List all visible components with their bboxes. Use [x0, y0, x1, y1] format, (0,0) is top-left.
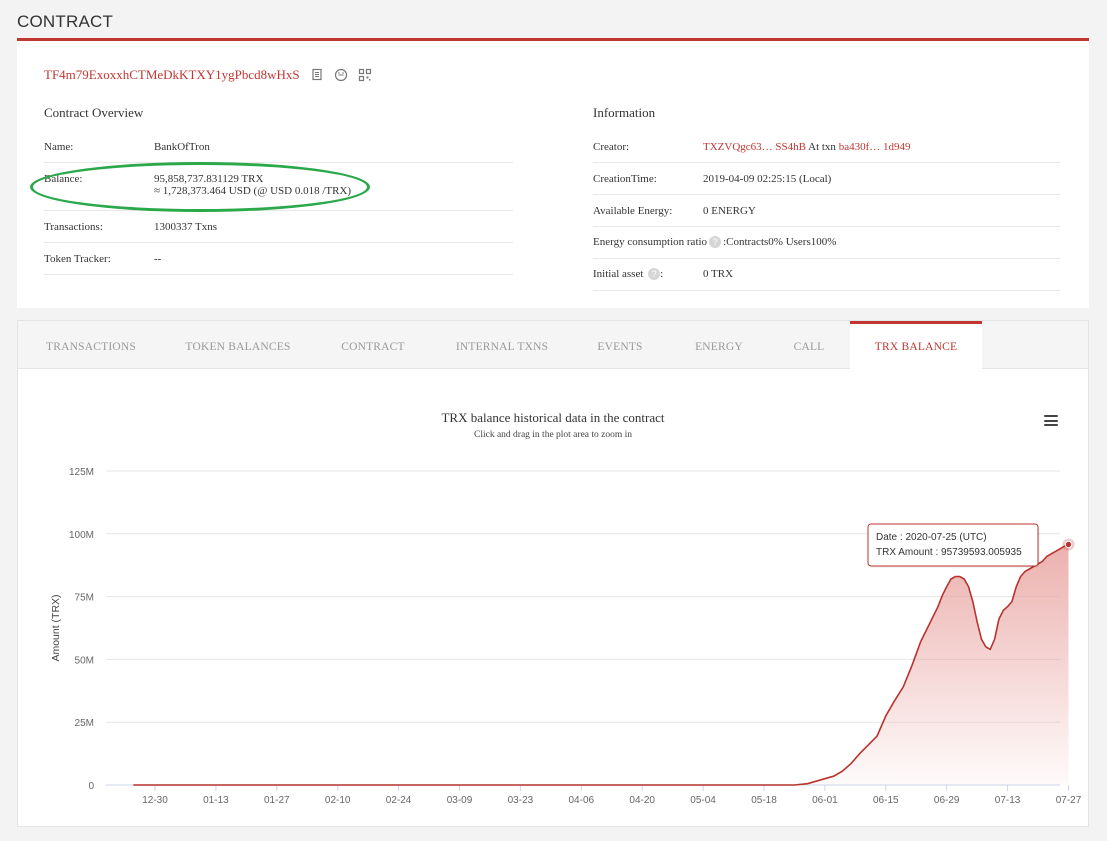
creation-time-value: 2019-04-09 02:25:15 (Local)	[703, 173, 832, 185]
x-tick-label: 03-09	[447, 795, 473, 806]
energy-ratio-value: :Contracts0% Users100%	[723, 236, 837, 248]
x-tick-label: 05-04	[690, 795, 716, 806]
x-tick-label: 07-13	[995, 795, 1021, 806]
transactions-value[interactable]: 1300337 Txns	[154, 221, 513, 242]
tooltip-box	[867, 523, 1039, 567]
contract-address-link[interactable]: TF4m79ExoxxhCTMeDkKTXY1ygPbcd8wHxS	[44, 67, 300, 83]
address-row: TF4m79ExoxxhCTMeDkKTXY1ygPbcd8wHxS	[44, 67, 372, 83]
available-energy-value: 0 ENERGY	[703, 205, 756, 217]
tab-token-balances[interactable]: TOKEN BALANCES	[164, 321, 312, 369]
name-value: BankOfTron	[154, 141, 210, 153]
balance-value: 95,858,737.831129 TRX ≈ 1,728,373.464 US…	[154, 173, 513, 210]
x-tick-label: 03-23	[508, 795, 534, 806]
y-tick-label: 100M	[69, 530, 94, 541]
y-tick-label: 25M	[75, 718, 94, 729]
x-tick-label: 04-06	[569, 795, 595, 806]
help-icon[interactable]: ?	[709, 236, 722, 248]
tab-transactions[interactable]: TRANSACTIONS	[18, 321, 164, 369]
x-tick-label: 04-20	[629, 795, 655, 806]
y-tick-label: 75M	[75, 593, 94, 604]
x-tick-label: 06-01	[812, 795, 838, 806]
page-title: CONTRACT	[17, 12, 114, 31]
creator-label: Creator:	[593, 141, 630, 153]
x-tick-label: 01-27	[264, 795, 290, 806]
balance-trx: 95,858,737.831129 TRX	[154, 173, 264, 185]
x-tick-label: 06-15	[873, 795, 899, 806]
creator-value: TXZVQgc63… SS4hB At txn ba430f… 1d949	[703, 141, 1060, 162]
tab-trx-balance[interactable]: TRX BALANCE	[850, 321, 982, 370]
tab-internal-txns[interactable]: INTERNAL TXNS	[434, 321, 570, 369]
initial-asset-label-cell: Initial asset ?:	[593, 268, 703, 290]
available-energy-row: Available Energy: 0 ENERGY	[593, 195, 1060, 227]
energy-ratio-label: Energy consumption ratio	[593, 236, 708, 248]
trx-balance-chart[interactable]: TRX balance historical data in the contr…	[18, 369, 1088, 827]
x-tick-label: 06-29	[934, 795, 960, 806]
x-tick-label: 01-13	[203, 795, 229, 806]
qr-code-icon[interactable]	[358, 68, 372, 82]
energy-ratio-row: Energy consumption ratio ? :Contracts0% …	[593, 227, 1060, 259]
help-icon[interactable]: ?	[648, 268, 661, 281]
initial-asset-row: Initial asset ?: 0 TRX	[593, 259, 1060, 291]
tab-energy[interactable]: ENERGY	[670, 321, 768, 369]
balance-row: Balance: 95,858,737.831129 TRX ≈ 1,728,3…	[44, 163, 513, 211]
series-area	[133, 544, 1069, 785]
y-tick-label: 125M	[69, 467, 94, 478]
y-axis-label: Amount (TRX)	[50, 594, 62, 661]
x-tick-label: 12-30	[142, 795, 168, 806]
information-table: Creator: TXZVQgc63… SS4hB At txn ba430f……	[593, 131, 1060, 291]
y-tick-label: 0	[88, 781, 94, 792]
creator-address-link[interactable]: TXZVQgc63… SS4hB	[703, 141, 806, 153]
chart-plot[interactable]: 0 25M 50M 75M 100M 125M Amount (TRX) 12-30 01-13…	[18, 369, 1088, 827]
tag-icon[interactable]	[334, 68, 348, 82]
name-label: Name:	[44, 141, 74, 153]
hover-point	[1064, 540, 1073, 549]
x-tick-label: 02-10	[325, 795, 351, 806]
tab-events[interactable]: EVENTS	[570, 321, 670, 369]
tab-bar: TRANSACTIONS TOKEN BALANCES CONTRACT INT…	[18, 321, 1088, 370]
copy-icon[interactable]	[310, 68, 324, 82]
tab-contract[interactable]: CONTRACT	[312, 321, 434, 369]
token-tracker-row: Token Tracker: --	[44, 243, 513, 275]
page-header: CONTRACT	[17, 0, 1089, 41]
x-tick-label: 07-27	[1056, 795, 1082, 806]
initial-asset-colon: :	[660, 268, 664, 280]
contract-overview-title: Contract Overview	[44, 105, 144, 120]
token-tracker-label: Token Tracker:	[44, 253, 111, 265]
x-tick-label: 02-24	[386, 795, 412, 806]
initial-asset-label: Initial asset	[593, 268, 644, 280]
initial-asset-value: 0 TRX	[703, 268, 734, 280]
creator-txn-link[interactable]: ba430f… 1d949	[839, 141, 911, 153]
transactions-label: Transactions:	[44, 221, 103, 233]
tooltip-date: Date : 2020-07-25 (UTC)	[876, 532, 987, 543]
contract-overview-table: Name: BankOfTron Balance: 95,858,737.831…	[44, 131, 513, 275]
y-tick-label: 50M	[75, 655, 94, 666]
creation-time-row: CreationTime: 2019-04-09 02:25:15 (Local…	[593, 163, 1060, 195]
creator-row: Creator: TXZVQgc63… SS4hB At txn ba430f……	[593, 131, 1060, 163]
creation-time-label: CreationTime:	[593, 173, 657, 185]
contract-info-card: TF4m79ExoxxhCTMeDkKTXY1ygPbcd8wHxS Contr…	[17, 41, 1089, 308]
information-title: Information	[593, 105, 656, 120]
name-row: Name: BankOfTron	[44, 131, 513, 163]
balance-label: Balance:	[44, 173, 83, 185]
x-tick-label: 05-18	[751, 795, 777, 806]
tooltip-amount: TRX Amount : 95739593.005935	[876, 547, 1022, 558]
available-energy-label: Available Energy:	[593, 205, 673, 217]
tab-call[interactable]: CALL	[768, 321, 850, 369]
transactions-row: Transactions: 1300337 Txns	[44, 211, 513, 243]
balance-usd: ≈ 1,728,373.464 USD (@ USD 0.018 /TRX)	[154, 185, 352, 197]
tabs-card: TRANSACTIONS TOKEN BALANCES CONTRACT INT…	[17, 320, 1089, 827]
creator-at-text: At txn	[805, 141, 839, 153]
token-tracker-value: --	[154, 253, 162, 265]
